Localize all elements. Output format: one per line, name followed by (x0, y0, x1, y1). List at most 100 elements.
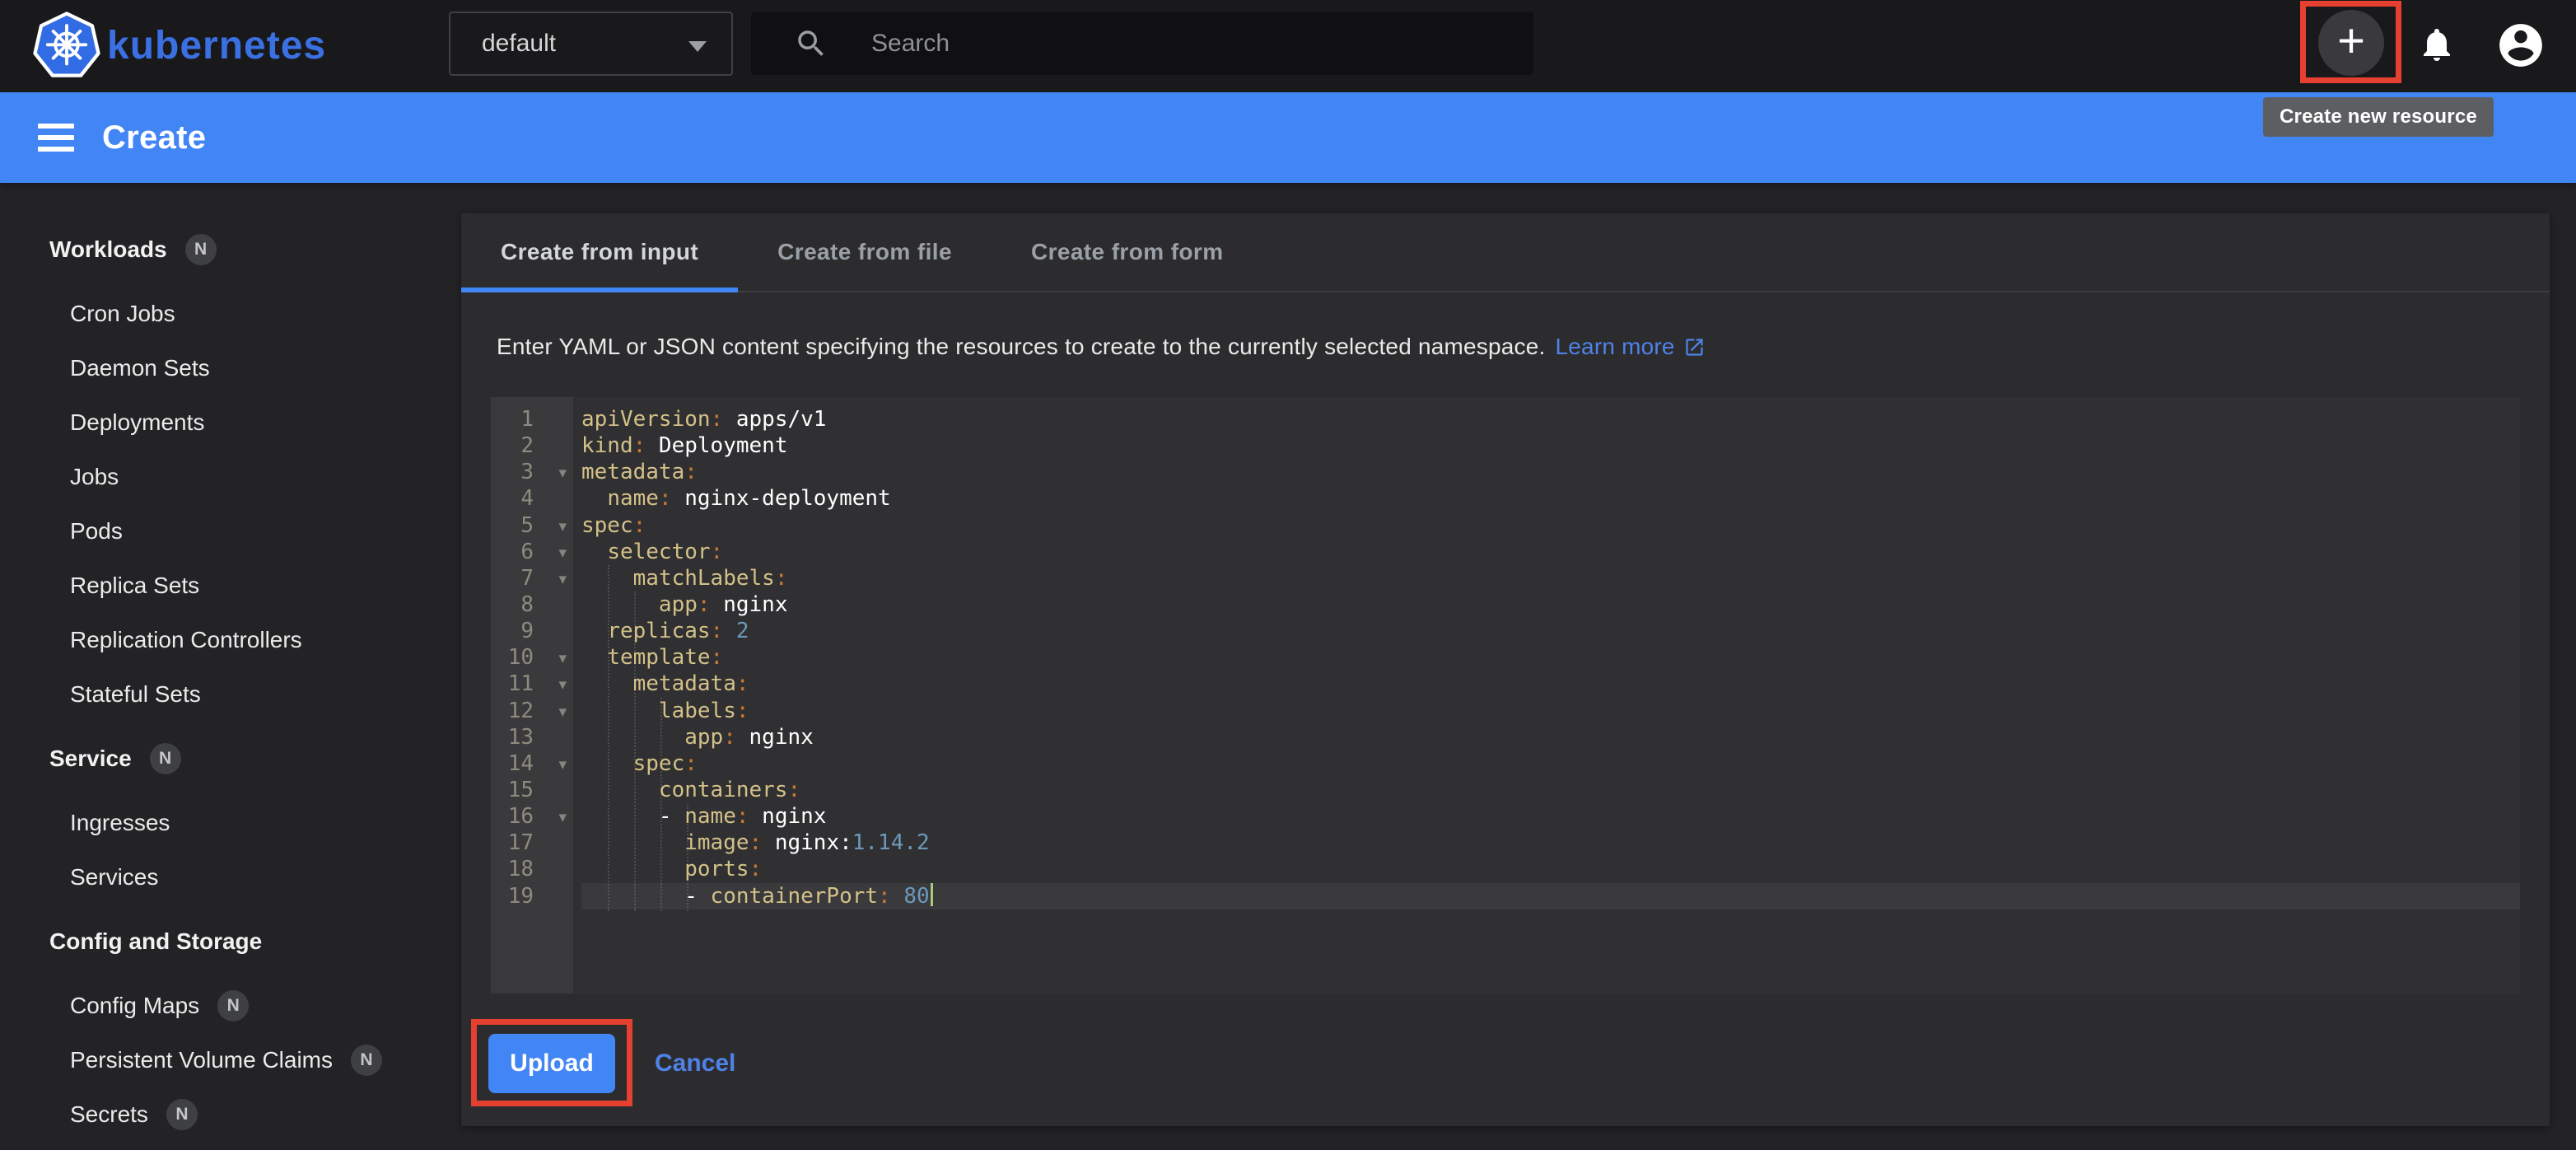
fold-toggle-icon[interactable]: ▾ (558, 566, 567, 592)
text-cursor (931, 883, 933, 906)
code-line-18: ports: (581, 856, 2520, 882)
gutter-line-17: 17 (491, 830, 573, 856)
learn-more-link[interactable]: Learn more (1556, 334, 1706, 360)
gutter-line-3: 3▾ (491, 459, 573, 485)
instruction: Enter YAML or JSON content specifying th… (497, 334, 1706, 360)
code-line-11: metadata: (581, 671, 2520, 697)
code-line-8: app: nginx (581, 591, 2520, 618)
line-number: 16 (508, 803, 534, 830)
section-label: Service (49, 746, 132, 772)
sidebar-item-label: Jobs (70, 464, 119, 490)
cancel-button[interactable]: Cancel (655, 1034, 735, 1093)
sidebar-item-label: Services (70, 864, 158, 891)
fold-toggle-icon[interactable]: ▾ (558, 804, 567, 830)
namespaced-badge: N (217, 990, 249, 1021)
gutter-line-14: 14▾ (491, 750, 573, 777)
instruction-text: Enter YAML or JSON content specifying th… (497, 334, 1546, 359)
sidebar-item-services[interactable]: Services (0, 850, 461, 905)
code-line-14: spec: (581, 750, 2520, 777)
account-icon[interactable] (2495, 20, 2546, 75)
line-number: 7 (520, 565, 534, 591)
sidebar-item-stateful-sets[interactable]: Stateful Sets (0, 667, 461, 722)
editor-content[interactable]: apiVersion: apps/v1kind: Deploymentmetad… (573, 397, 2520, 993)
code-line-10: template: (581, 644, 2520, 671)
editor-gutter: 123▾45▾6▾7▾8910▾11▾12▾1314▾1516▾171819 (491, 397, 573, 993)
gutter-line-19: 19 (491, 883, 573, 909)
search-bar[interactable] (751, 12, 1533, 75)
upload-button[interactable]: Upload (488, 1034, 615, 1093)
search-icon (794, 26, 828, 61)
sidebar-item-label: Ingresses (70, 810, 170, 836)
sidebar-item-replication-controllers[interactable]: Replication Controllers (0, 613, 461, 667)
fold-toggle-icon[interactable]: ▾ (558, 645, 567, 671)
sidebar-item-secrets[interactable]: SecretsN (0, 1087, 461, 1142)
tab-create-from-input[interactable]: Create from input (461, 213, 738, 291)
gutter-line-8: 8 (491, 591, 573, 618)
gutter-line-15: 15 (491, 777, 573, 803)
external-link-icon (1683, 336, 1706, 358)
sidebar-item-persistent-volume-claims[interactable]: Persistent Volume ClaimsN (0, 1033, 461, 1087)
sidebar-item-label: Replication Controllers (70, 627, 302, 653)
sidebar-item-deployments[interactable]: Deployments (0, 395, 461, 450)
namespace-selector[interactable]: default (449, 12, 733, 76)
gutter-line-4: 4 (491, 485, 573, 512)
sidebar-section-config-and-storage: Config and Storage (0, 914, 461, 969)
search-input[interactable] (871, 30, 1497, 58)
yaml-editor[interactable]: 123▾45▾6▾7▾8910▾11▾12▾1314▾1516▾171819 a… (491, 397, 2520, 993)
line-number: 5 (520, 512, 534, 539)
line-number: 17 (508, 830, 534, 856)
fold-toggle-icon[interactable]: ▾ (558, 699, 567, 725)
gutter-line-11: 11 ▾ (491, 671, 573, 697)
namespace-value: default (482, 30, 556, 58)
line-number: 2 (520, 432, 534, 459)
line-number: 8 (520, 591, 534, 618)
fold-toggle-icon[interactable]: ▾ (558, 513, 567, 540)
sidebar-item-replica-sets[interactable]: Replica Sets (0, 559, 461, 613)
menu-icon[interactable] (38, 124, 74, 152)
notifications-bell-icon[interactable] (2417, 25, 2457, 68)
code-line-4: name: nginx-deployment (581, 485, 2520, 512)
sidebar-item-cron-jobs[interactable]: Cron Jobs (0, 287, 461, 341)
code-line-3: metadata: (581, 459, 2520, 485)
sidebar-item-label: Daemon Sets (70, 355, 210, 381)
code-line-12: labels: (581, 698, 2520, 724)
brand-wordmark: kubernetes (107, 0, 326, 92)
top-bar: kubernetes default + (0, 0, 2576, 92)
code-line-13: app: nginx (581, 724, 2520, 750)
sidebar-item-ingresses[interactable]: Ingresses (0, 796, 461, 850)
fold-toggle-icon[interactable]: ▾ (558, 460, 567, 486)
sidebar-item-config-maps[interactable]: Config Maps N (0, 979, 461, 1033)
sidebar-item-label: Replica Sets (70, 573, 199, 599)
line-number: 3 (520, 459, 534, 485)
sidebar-item-label: Config Maps (70, 993, 199, 1019)
line-number: 18 (508, 856, 534, 882)
namespaced-badge: N (351, 1045, 382, 1076)
sidebar-item-daemon-sets[interactable]: Daemon Sets (0, 341, 461, 395)
line-number: 4 (520, 485, 534, 512)
gutter-line-1: 1 (491, 406, 573, 432)
tab-create-from-file[interactable]: Create from file (738, 213, 992, 291)
line-number: 9 (520, 618, 534, 644)
code-line-16: - name: nginx (581, 803, 2520, 830)
create-resource-button[interactable]: + (2318, 10, 2384, 76)
sidebar-item-label: Secrets (70, 1101, 148, 1128)
create-panel: Create from inputCreate from fileCreate … (461, 213, 2550, 1126)
fold-toggle-icon[interactable]: ▾ (558, 671, 567, 698)
code-line-5: spec: (581, 512, 2520, 539)
tab-create-from-form[interactable]: Create from form (992, 213, 1263, 291)
gutter-line-18: 18 (491, 856, 573, 882)
gutter-line-5: 5▾ (491, 512, 573, 539)
fold-toggle-icon[interactable]: ▾ (558, 751, 567, 778)
gutter-line-7: 7▾ (491, 565, 573, 591)
fold-toggle-icon[interactable]: ▾ (558, 540, 567, 566)
sidebar-item-jobs[interactable]: Jobs (0, 450, 461, 504)
sidebar-item-pods[interactable]: Pods (0, 504, 461, 559)
gutter-line-2: 2 (491, 432, 573, 459)
page-title: Create (102, 119, 206, 157)
namespaced-badge: N (185, 234, 217, 265)
gutter-line-10: 10▾ (491, 644, 573, 671)
plus-icon: + (2337, 17, 2365, 65)
line-number: 15 (508, 777, 534, 803)
gutter-line-16: 16 ▾ (491, 803, 573, 830)
line-number: 11 (508, 671, 534, 697)
